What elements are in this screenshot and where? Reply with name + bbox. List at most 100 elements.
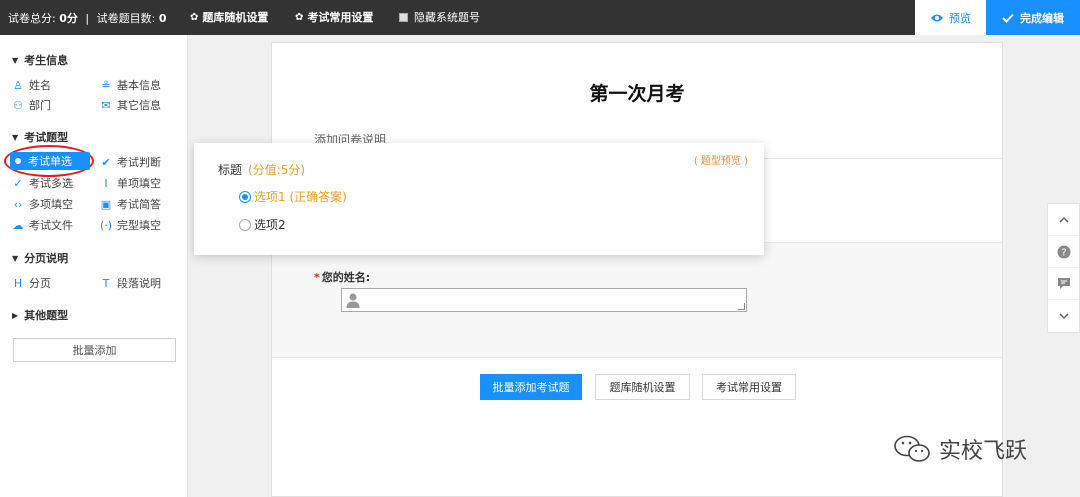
preview-title-text: 标题 — [218, 163, 243, 177]
total-score-value: 0分 — [59, 12, 78, 25]
checkbox-icon — [399, 12, 408, 22]
mail-icon: ✉ — [101, 98, 111, 112]
sidebar-item-basic-info[interactable]: ≗ 基本信息 — [100, 77, 161, 93]
group-icon: ⚇ — [13, 98, 23, 112]
text-cursor-icon: I — [104, 176, 108, 190]
random-settings-button[interactable]: 题库随机设置 — [595, 374, 690, 400]
section-candidate-info[interactable]: ▼ 考生信息 — [12, 52, 68, 68]
section-label: 分页说明 — [24, 252, 69, 265]
section-page-desc[interactable]: ▼ 分页说明 — [12, 250, 68, 266]
floating-toolbar: ? — [1047, 203, 1080, 333]
eye-icon — [931, 14, 943, 21]
stats-separator: | — [85, 12, 90, 25]
name-question-label: * 您的姓名: — [314, 269, 370, 285]
random-settings-link[interactable]: ✿ 题库随机设置 — [190, 9, 268, 25]
sidebar-item-file[interactable]: ☁ 考试文件 — [12, 217, 74, 233]
radio-empty-icon — [239, 218, 251, 231]
preview-label: 预览 — [949, 11, 971, 25]
check-icon: ✓ — [13, 176, 23, 190]
hide-number-label: 隐藏系统题号 — [414, 11, 480, 24]
section-exam-types[interactable]: ▼ 考试题型 — [12, 129, 68, 145]
sidebar-item-name[interactable]: ♙ 姓名 — [12, 77, 51, 93]
sidebar-item-page-break[interactable]: H 分页 — [12, 275, 51, 291]
sidebar-item-other-info[interactable]: ✉ 其它信息 — [100, 97, 161, 113]
sidebar-item-multi-blank[interactable]: ‹› 多项填空 — [12, 196, 73, 212]
help-icon: ? — [1057, 245, 1070, 258]
sidebar-item-multi-choice[interactable]: ✓ 考试多选 — [12, 175, 73, 191]
item-label: 分页 — [29, 277, 51, 290]
radio-selected-icon — [239, 190, 251, 203]
sidebar-item-short-answer[interactable]: ▣ 考试简答 — [100, 196, 161, 212]
required-mark: * — [314, 271, 320, 284]
sidebar-item-paragraph[interactable]: T 段落说明 — [100, 275, 161, 291]
item-label: 完型填空 — [117, 219, 161, 232]
preview-button[interactable]: 预览 — [915, 0, 986, 35]
code-icon: ‹› — [13, 197, 23, 211]
item-label: 部门 — [29, 99, 51, 112]
name-input[interactable] — [341, 288, 747, 312]
preview-score: (分值:5分) — [248, 163, 306, 177]
question-count-value: 0 — [158, 12, 167, 25]
page-title[interactable]: 第一次月考 — [272, 79, 1002, 106]
top-bar: 试卷总分: 0分 | 试卷题目数: 0 ✿ 题库随机设置 ✿ 考试常用设置 隐藏… — [0, 0, 1080, 35]
item-label: 段落说明 — [117, 277, 161, 290]
question-type-preview: ( 题型预览 ) 标题 (分值:5分) 选项1 (正确答案) 选项2 — [194, 143, 764, 255]
common-settings-link[interactable]: ✿ 考试常用设置 — [295, 9, 373, 25]
page-break-icon: H — [13, 276, 23, 290]
item-label: 考试判断 — [117, 156, 161, 169]
finish-edit-button[interactable]: 完成编辑 — [986, 0, 1080, 35]
chat-icon — [1057, 278, 1070, 289]
cloud-upload-icon: ☁ — [12, 218, 24, 232]
option-label: 选项2 — [254, 218, 286, 232]
gear-icon: ✿ — [295, 11, 304, 23]
preview-option-1: 选项1 (正确答案) — [239, 188, 347, 205]
total-score-label: 试卷总分: — [8, 12, 56, 25]
common-settings-button[interactable]: 考试常用设置 — [702, 374, 796, 400]
caret-right-icon: ▶ — [12, 310, 19, 320]
chevron-up-icon — [1058, 216, 1069, 223]
item-label: 其它信息 — [117, 99, 161, 112]
hide-number-toggle[interactable]: 隐藏系统题号 — [399, 9, 480, 25]
preview-option-2: 选项2 — [239, 216, 286, 233]
resize-handle[interactable] — [738, 303, 745, 310]
name-label-text: 您的姓名: — [321, 271, 371, 284]
question-count-label: 试卷题目数: — [96, 12, 156, 25]
check-icon — [1002, 13, 1014, 23]
help-button[interactable]: ? — [1048, 236, 1079, 268]
feedback-button[interactable] — [1048, 268, 1079, 300]
section-label: 其他题型 — [24, 309, 69, 322]
name-question[interactable]: * 您的姓名: — [272, 242, 1002, 358]
batch-add-button[interactable]: 批量添加 — [13, 338, 176, 362]
item-label: 多项填空 — [29, 198, 73, 211]
item-label: 基本信息 — [117, 79, 161, 92]
profile-icon: ≗ — [101, 78, 111, 92]
batch-add-questions-button[interactable]: 批量添加考试题 — [480, 374, 582, 400]
finish-edit-label: 完成编辑 — [1020, 11, 1064, 25]
double-check-icon: ✔ — [101, 155, 111, 169]
user-icon: ♙ — [13, 78, 23, 92]
section-other-types[interactable]: ▶ 其他题型 — [12, 307, 68, 323]
sidebar-item-single-blank[interactable]: I 单项填空 — [100, 175, 161, 191]
gear-icon: ✿ — [190, 11, 199, 23]
sidebar-item-department[interactable]: ⚇ 部门 — [12, 97, 51, 113]
exam-paper: 第一次月考 添加问卷说明 * 您的姓名: 批量添加考试题 题库随机设置 考试常用设… — [271, 42, 1003, 497]
common-settings-label: 考试常用设置 — [307, 11, 374, 24]
watermark-text: 实校飞跃 — [939, 439, 1028, 464]
scroll-down-button[interactable] — [1048, 300, 1079, 332]
radio-dot-icon — [15, 158, 21, 164]
option-label: 选项1 (正确答案) — [254, 190, 347, 204]
sidebar-item-judge[interactable]: ✔ 考试判断 — [100, 154, 161, 170]
item-label: 姓名 — [29, 79, 51, 92]
sidebar-item-single-choice[interactable]: 考试单选 — [10, 152, 90, 170]
random-settings-label: 题库随机设置 — [202, 11, 269, 24]
section-label: 考试题型 — [24, 131, 69, 144]
item-label: 单项填空 — [117, 177, 161, 190]
scroll-up-button[interactable] — [1048, 204, 1079, 236]
exam-stats: 试卷总分: 0分 | 试卷题目数: 0 — [8, 10, 166, 26]
caret-down-icon: ▼ — [12, 253, 19, 263]
sidebar-item-cloze[interactable]: (·) 完型填空 — [100, 217, 161, 233]
item-label: 考试文件 — [29, 219, 73, 232]
text-icon: T — [102, 276, 110, 290]
caret-down-icon: ▼ — [12, 55, 19, 65]
item-label: 考试简答 — [117, 198, 161, 211]
